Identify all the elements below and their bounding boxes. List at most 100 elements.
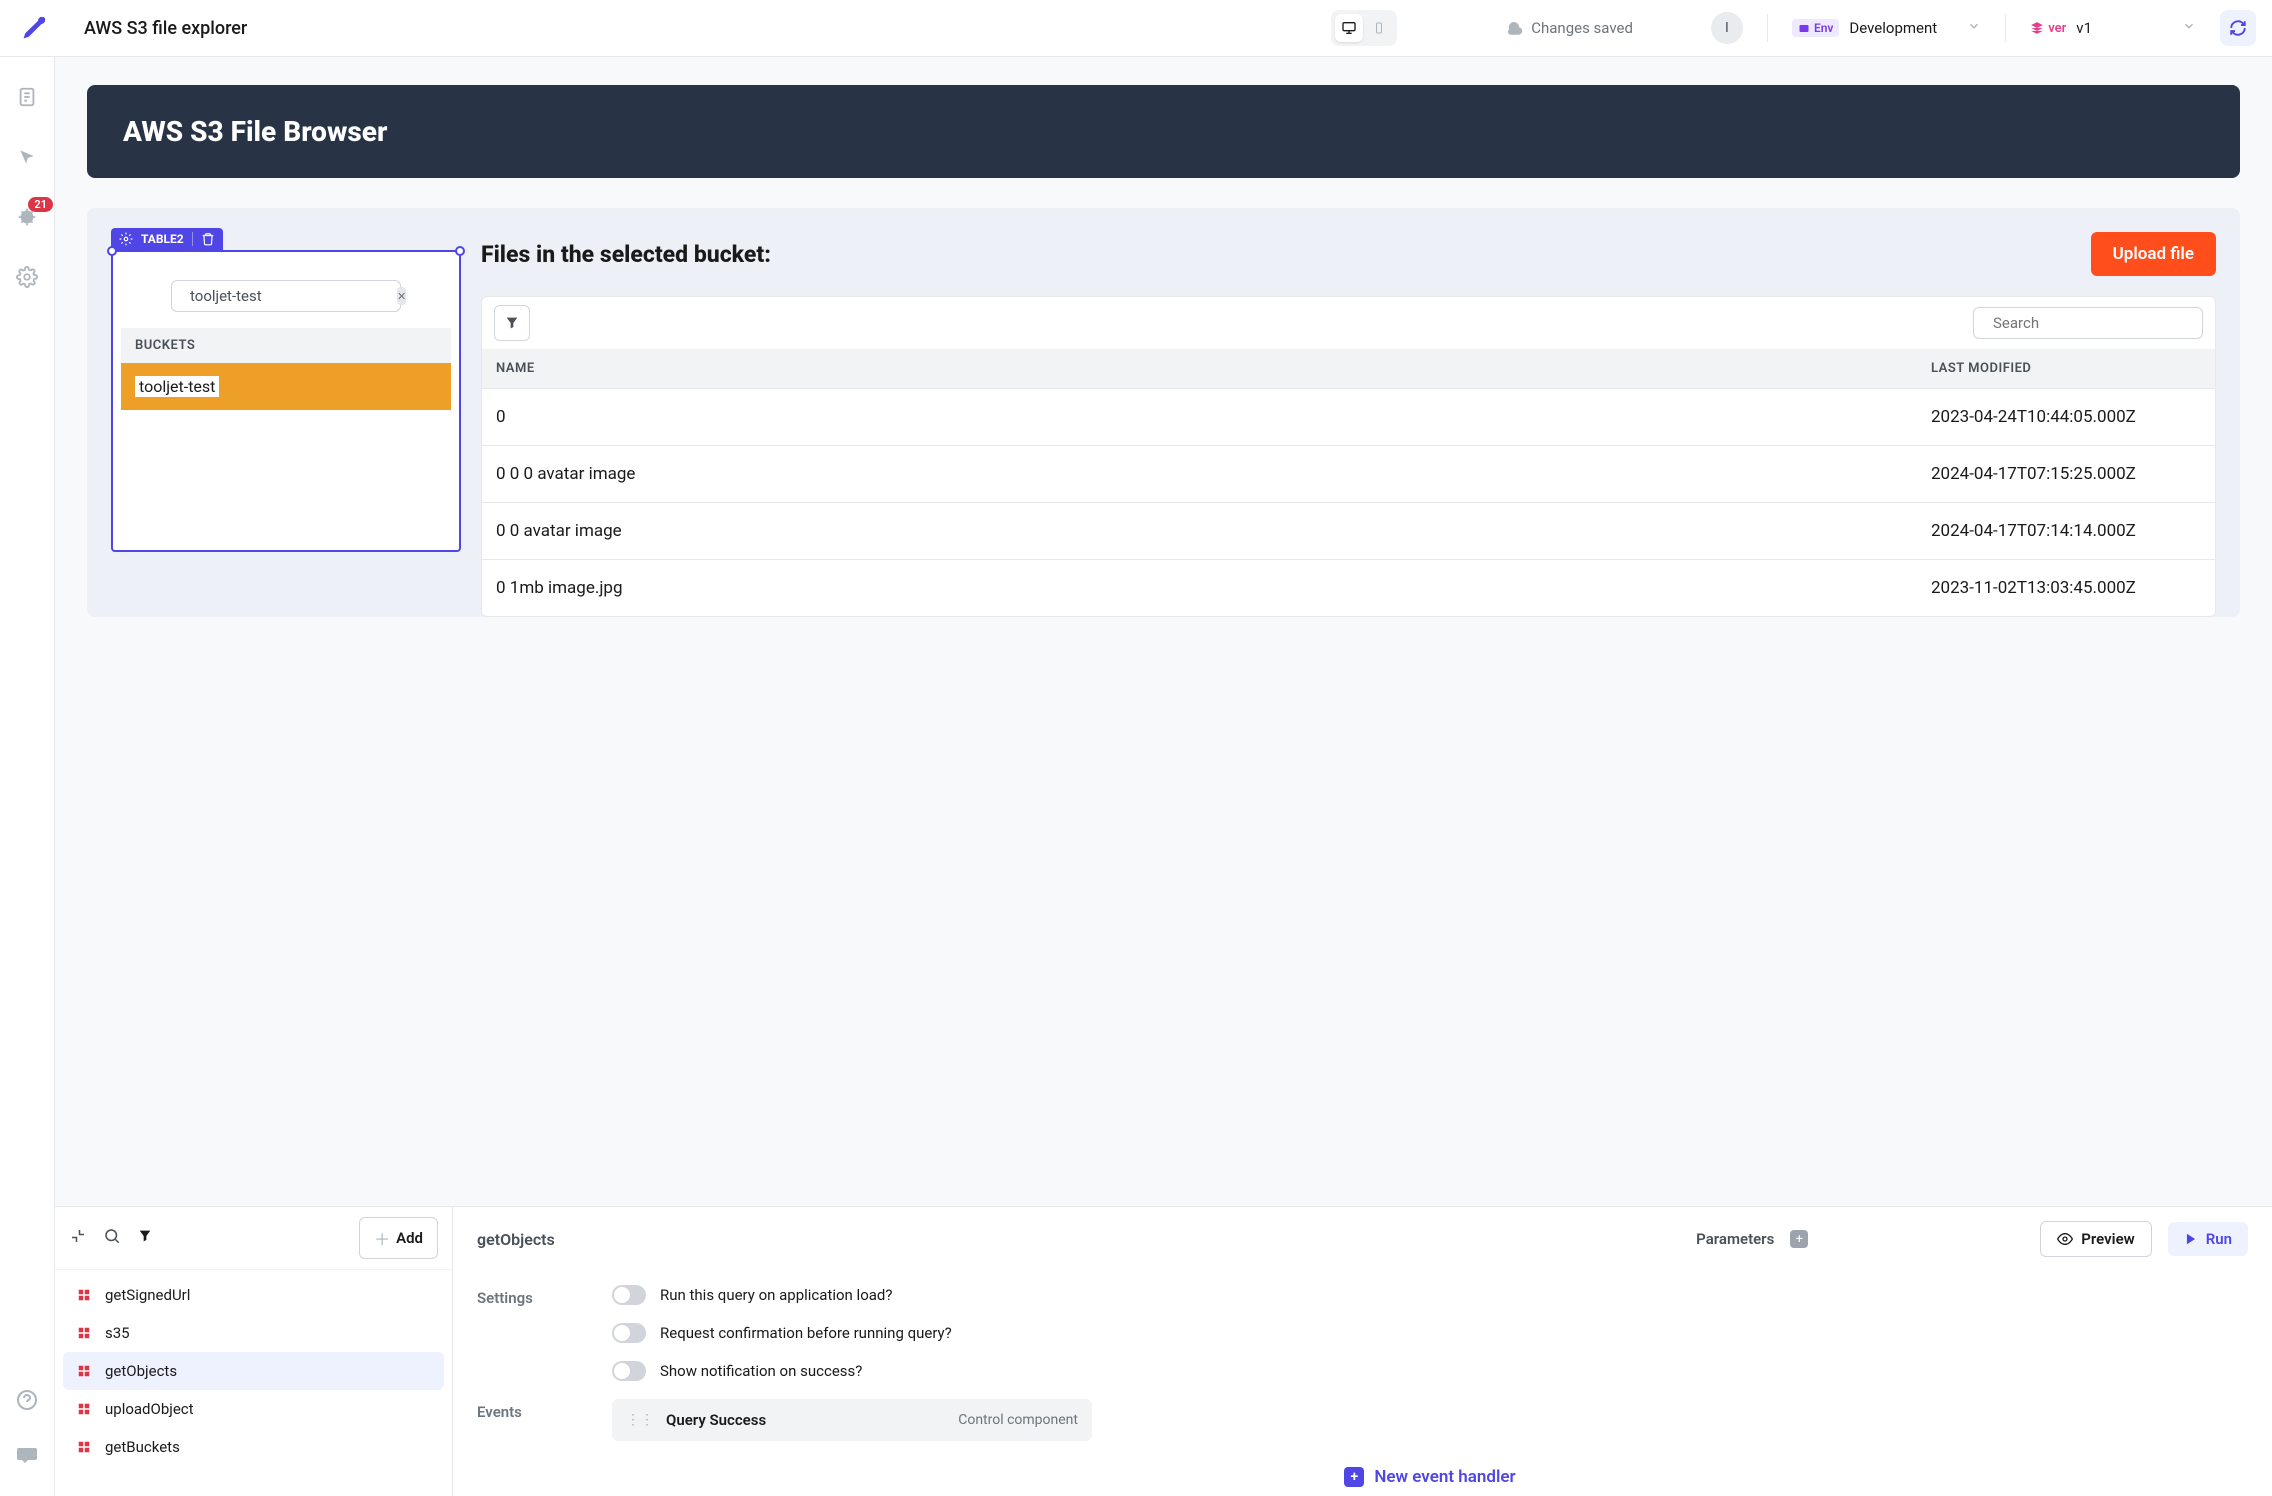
column-name-header[interactable]: NAME	[496, 361, 1931, 376]
buckets-panel: TABLE2 ✕ BUCKETS	[111, 228, 461, 552]
table-row[interactable]: 0 0 avatar image2024-04-17T07:14:14.000Z	[482, 502, 2215, 559]
mobile-view-button[interactable]	[1365, 14, 1393, 42]
env-badge: Env	[1792, 19, 1839, 37]
events-section-label: Events	[477, 1399, 612, 1421]
eye-icon	[2057, 1231, 2073, 1247]
banner-title: AWS S3 File Browser	[123, 115, 2204, 148]
buckets-column-header: BUCKETS	[121, 328, 451, 363]
toggle-switch[interactable]	[612, 1361, 646, 1381]
table-row[interactable]: 02023-04-24T10:44:05.000Z	[482, 388, 2215, 445]
user-avatar[interactable]: I	[1711, 12, 1743, 44]
file-modified: 2023-04-24T10:44:05.000Z	[1931, 407, 2201, 427]
column-modified-header[interactable]: LAST MODIFIED	[1931, 361, 2201, 376]
files-panel: Files in the selected bucket: Upload fil…	[481, 228, 2216, 617]
query-list-item[interactable]: getObjects	[63, 1352, 444, 1390]
query-panel: ＋ Add getSignedUrl s35 getObjects uploadObj…	[55, 1206, 2272, 1496]
add-query-button[interactable]: ＋ Add	[359, 1217, 438, 1259]
table-row[interactable]: 0 1mb image.jpg2023-11-02T13:03:45.000Z	[482, 559, 2215, 616]
resize-handle[interactable]	[107, 246, 117, 256]
version-selector[interactable]: ver v1	[2030, 19, 2196, 37]
file-modified: 2024-04-17T07:15:25.000Z	[1931, 464, 2201, 484]
gear-icon	[119, 232, 133, 246]
setting-run-on-load[interactable]: Run this query on application load?	[612, 1285, 2248, 1305]
bucket-name: tooljet-test	[135, 376, 219, 397]
collapse-icon[interactable]	[69, 1227, 87, 1249]
support-icon[interactable]	[15, 1388, 39, 1412]
cursor-icon[interactable]	[15, 145, 39, 169]
add-parameter-button[interactable]: +	[1790, 1230, 1808, 1248]
resize-handle[interactable]	[455, 246, 465, 256]
plus-icon: ＋	[374, 1226, 390, 1250]
event-handler-row[interactable]: ⋮⋮ Query Success Control component	[612, 1399, 1092, 1441]
drag-handle-icon[interactable]: ⋮⋮	[626, 1412, 654, 1428]
setting-confirm[interactable]: Request confirmation before running quer…	[612, 1323, 2248, 1343]
datasource-icon	[75, 1362, 93, 1380]
file-modified: 2023-11-02T13:03:45.000Z	[1931, 578, 2201, 598]
ver-value: v1	[2076, 19, 2092, 37]
toggle-switch[interactable]	[612, 1285, 646, 1305]
trash-icon[interactable]	[201, 232, 215, 246]
component-selection-tag[interactable]: TABLE2	[111, 228, 223, 250]
datasource-icon	[75, 1324, 93, 1342]
datasource-icon	[75, 1438, 93, 1456]
filter-button[interactable]	[494, 305, 530, 341]
file-name: 0 1mb image.jpg	[496, 578, 1931, 598]
env-value: Development	[1849, 19, 1937, 37]
clear-search-icon[interactable]: ✕	[397, 287, 406, 305]
query-sidebar: ＋ Add getSignedUrl s35 getObjects uploadObj…	[55, 1207, 453, 1496]
top-bar: AWS S3 file explorer Changes saved I Env…	[0, 0, 2272, 57]
filter-icon[interactable]	[137, 1228, 153, 1248]
file-name: 0	[496, 407, 1931, 427]
refresh-button[interactable]	[2220, 10, 2256, 46]
debug-count-badge: 21	[28, 197, 53, 212]
bucket-search-input[interactable]	[190, 287, 389, 305]
files-title: Files in the selected bucket:	[481, 241, 771, 268]
event-name: Query Success	[666, 1411, 946, 1429]
datasource-icon	[75, 1400, 93, 1418]
play-icon	[2184, 1232, 2198, 1246]
toggle-switch[interactable]	[612, 1323, 646, 1343]
query-item-name: getSignedUrl	[105, 1286, 190, 1304]
query-list-item[interactable]: getSignedUrl	[63, 1276, 444, 1314]
new-event-handler-button[interactable]: + New event handler	[612, 1459, 2248, 1487]
divider	[2005, 14, 2006, 42]
comment-icon[interactable]	[15, 1442, 39, 1466]
ver-badge: ver	[2030, 21, 2066, 36]
settings-icon[interactable]	[15, 265, 39, 289]
parameters-label: Parameters	[1696, 1230, 1774, 1248]
files-search[interactable]	[1973, 307, 2203, 339]
upload-file-button[interactable]: Upload file	[2091, 232, 2216, 276]
device-toggle	[1331, 10, 1397, 46]
query-item-name: getBuckets	[105, 1438, 180, 1456]
query-list-item[interactable]: getBuckets	[63, 1428, 444, 1466]
setting-notify[interactable]: Show notification on success?	[612, 1361, 2248, 1381]
query-name[interactable]: getObjects	[477, 1230, 555, 1249]
app-title[interactable]: AWS S3 file explorer	[84, 18, 247, 39]
environment-selector[interactable]: Env Development	[1792, 19, 1981, 37]
left-rail: 21	[0, 57, 55, 1496]
divider	[1767, 14, 1768, 42]
page-banner: AWS S3 File Browser	[87, 85, 2240, 178]
file-name: 0 0 avatar image	[496, 521, 1931, 541]
query-item-name: uploadObject	[105, 1400, 194, 1418]
page-icon[interactable]	[15, 85, 39, 109]
files-search-input[interactable]	[1993, 314, 2192, 332]
search-icon[interactable]	[103, 1227, 121, 1249]
query-item-name: s35	[105, 1324, 130, 1342]
desktop-view-button[interactable]	[1335, 14, 1363, 42]
settings-section-label: Settings	[477, 1285, 612, 1307]
table-row[interactable]: 0 0 0 avatar image2024-04-17T07:15:25.00…	[482, 445, 2215, 502]
preview-button[interactable]: Preview	[2040, 1221, 2151, 1257]
bucket-search[interactable]: ✕	[171, 280, 401, 312]
buckets-table[interactable]: ✕ BUCKETS tooljet-test	[111, 250, 461, 552]
query-list-item[interactable]: uploadObject	[63, 1390, 444, 1428]
run-button[interactable]: Run	[2168, 1222, 2248, 1256]
filter-icon	[504, 315, 520, 331]
files-table: NAME LAST MODIFIED 02023-04-24T10:44:05.…	[481, 296, 2216, 617]
query-item-name: getObjects	[105, 1362, 177, 1380]
bucket-row[interactable]: tooljet-test	[121, 363, 451, 410]
logo-icon[interactable]	[16, 10, 52, 46]
debug-icon[interactable]: 21	[15, 205, 39, 229]
query-list-item[interactable]: s35	[63, 1314, 444, 1352]
event-action: Control component	[958, 1412, 1078, 1428]
